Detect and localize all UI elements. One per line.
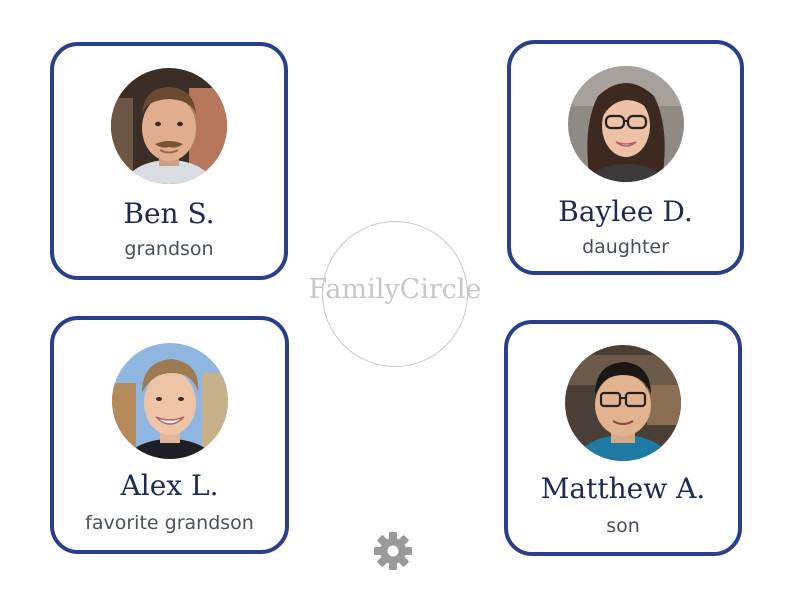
contact-photo <box>565 345 681 461</box>
home-screen: Ben S. grandson Baylee D. daughter Famil… <box>0 0 786 590</box>
contact-relation: daughter <box>582 236 669 258</box>
contact-relation: grandson <box>124 238 214 260</box>
settings-button[interactable] <box>372 530 414 572</box>
gear-icon <box>374 532 412 570</box>
contact-photo <box>111 68 227 184</box>
contact-card-alex[interactable]: Alex L. favorite grandson <box>50 316 289 554</box>
app-logo-text: FamilyCircle <box>308 274 482 305</box>
contact-name: Matthew A. <box>540 472 706 505</box>
contact-card-ben[interactable]: Ben S. grandson <box>50 42 288 280</box>
contact-name: Alex L. <box>120 469 219 502</box>
contact-relation: son <box>606 515 640 537</box>
contact-photo <box>567 66 684 182</box>
contact-photo <box>111 343 228 459</box>
avatar <box>111 343 228 459</box>
contact-name: Baylee D. <box>558 195 693 228</box>
avatar <box>111 68 227 184</box>
contact-card-baylee[interactable]: Baylee D. daughter <box>507 40 744 275</box>
contact-name: Ben S. <box>123 197 215 230</box>
contact-card-matthew[interactable]: Matthew A. son <box>504 320 742 556</box>
avatar <box>565 345 681 461</box>
avatar <box>567 66 684 182</box>
contact-relation: favorite grandson <box>85 512 254 534</box>
